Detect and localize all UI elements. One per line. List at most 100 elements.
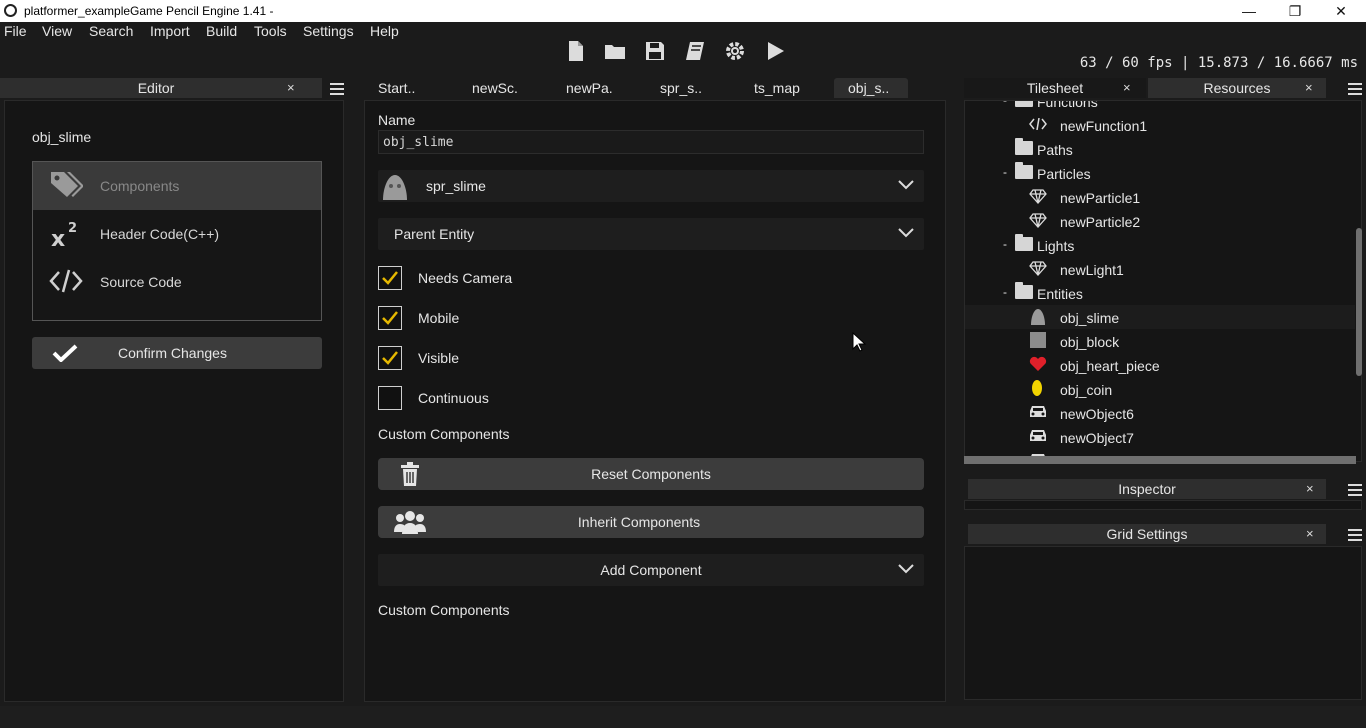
tab-tilesheet-label: Tilesheet	[1026, 80, 1084, 96]
parent-entity-value: Parent Entity	[394, 226, 475, 242]
parent-entity-dropdown[interactable]: Parent Entity	[378, 218, 924, 250]
tree-label: Functions	[1037, 100, 1098, 110]
tab-tilemap[interactable]: ts_map	[754, 78, 814, 98]
menu-settings[interactable]: Settings	[303, 23, 354, 39]
fps-readout: 63 / 60 fps | 15.873 / 16.6667 ms	[1079, 55, 1358, 71]
needs-camera-label: Needs Camera	[418, 270, 513, 286]
close-icon[interactable]: ×	[1306, 526, 1314, 541]
tree-item-newparticle2[interactable]: newParticle2	[965, 209, 1355, 233]
menu-tools[interactable]: Tools	[254, 23, 287, 39]
save-icon[interactable]	[644, 40, 666, 62]
grid-settings-title: Grid Settings	[1106, 526, 1188, 542]
close-icon[interactable]: ×	[1123, 80, 1131, 95]
heart-icon	[1029, 356, 1047, 371]
close-icon[interactable]: ×	[1305, 80, 1313, 95]
close-icon[interactable]: ×	[287, 80, 295, 95]
menu-search[interactable]: Search	[89, 23, 133, 39]
menu-source-code[interactable]: Source Code	[33, 258, 321, 306]
editor-menu-icon[interactable]	[330, 83, 344, 95]
tree-item-newobject7[interactable]: newObject7	[965, 425, 1355, 449]
tree-label: obj_coin	[1060, 382, 1113, 398]
gem-icon	[1029, 213, 1047, 228]
inspector-panel-header[interactable]: Inspector ×	[968, 479, 1326, 499]
tab-new-path[interactable]: newPa.	[566, 78, 626, 98]
tree-label: newFunction1	[1060, 118, 1148, 134]
close-window-button[interactable]: ✕	[1318, 0, 1364, 22]
tree-label: Particles	[1037, 166, 1091, 182]
close-icon[interactable]: ×	[1306, 481, 1314, 496]
reset-components-button[interactable]: Reset Components	[378, 458, 924, 490]
tree-item-newparticle1[interactable]: newParticle1	[965, 185, 1355, 209]
inherit-components-button[interactable]: Inherit Components	[378, 506, 924, 538]
reset-components-label: Reset Components	[591, 466, 711, 482]
menu-view[interactable]: View	[42, 23, 72, 39]
tree-item-obj-block[interactable]: obj_block	[965, 329, 1355, 353]
add-component-label: Add Component	[600, 562, 702, 578]
inspector-panel	[964, 500, 1362, 510]
visible-checkbox[interactable]	[378, 346, 402, 370]
tab-object[interactable]: obj_s..	[834, 78, 908, 98]
grid-settings-menu-icon[interactable]	[1348, 529, 1362, 541]
tab-new-scene[interactable]: newSc.	[472, 78, 532, 98]
tree-item-newobject6[interactable]: newObject6	[965, 401, 1355, 425]
visible-label: Visible	[418, 350, 459, 366]
inspector-title: Inspector	[1118, 481, 1176, 497]
resources-menu-icon[interactable]	[1348, 83, 1362, 95]
tab-tilesheet[interactable]: Tilesheet ×	[964, 78, 1146, 98]
folder-icon	[1015, 282, 1033, 299]
open-folder-icon[interactable]	[604, 40, 626, 62]
tree-item-obj-coin[interactable]: obj_coin	[965, 377, 1355, 401]
car-icon	[1030, 406, 1046, 417]
svg-text:x: x	[51, 227, 65, 248]
tree-item-obj-heart-piece[interactable]: obj_heart_piece	[965, 353, 1355, 377]
gear-icon[interactable]	[724, 40, 746, 62]
tree-label: newParticle1	[1060, 190, 1141, 206]
new-file-icon[interactable]	[565, 40, 587, 62]
inspector-menu-icon[interactable]	[1348, 484, 1362, 496]
coin-icon	[1032, 380, 1042, 396]
minimize-button[interactable]: —	[1226, 0, 1272, 22]
tree-folder-paths[interactable]: Paths	[965, 137, 1355, 161]
tree-folder-entities[interactable]: - Entities	[965, 281, 1355, 305]
horizontal-scrollbar[interactable]	[964, 456, 1356, 464]
tree-item-newfunction1[interactable]: newFunction1	[965, 113, 1355, 137]
tab-start[interactable]: Start..	[378, 78, 438, 98]
sprite-dropdown[interactable]: spr_slime	[378, 170, 924, 202]
vertical-scrollbar[interactable]	[1356, 228, 1362, 376]
book-icon[interactable]	[684, 40, 706, 62]
check-icon	[382, 311, 398, 325]
tree-item-obj-slime[interactable]: obj_slime	[965, 305, 1355, 329]
tree-item-newlight1[interactable]: newLight1	[965, 257, 1355, 281]
continuous-checkbox[interactable]	[378, 386, 402, 410]
tree-label: Paths	[1037, 142, 1073, 158]
tree-folder-functions[interactable]: - Functions	[965, 100, 1355, 113]
tree-folder-lights[interactable]: - Lights	[965, 233, 1355, 257]
restore-button[interactable]: ❐	[1272, 0, 1318, 22]
grid-settings-panel-header[interactable]: Grid Settings ×	[968, 524, 1326, 544]
tree-folder-particles[interactable]: - Particles	[965, 161, 1355, 185]
play-icon[interactable]	[764, 40, 786, 62]
tab-sprite[interactable]: spr_s..	[660, 78, 720, 98]
confirm-changes-button[interactable]: Confirm Changes	[32, 337, 322, 369]
window-title-bar: platformer_exampleGame Pencil Engine 1.4…	[0, 0, 1366, 22]
menu-components[interactable]: Components	[33, 162, 321, 210]
tab-resources-label: Resources	[1203, 80, 1271, 96]
add-component-dropdown[interactable]: Add Component	[378, 554, 924, 586]
code-icon	[49, 269, 83, 293]
menu-build[interactable]: Build	[206, 23, 237, 39]
tree-label: Lights	[1037, 238, 1075, 254]
mobile-checkbox[interactable]	[378, 306, 402, 330]
menu-header-code-label: Header Code(C++)	[100, 226, 220, 242]
tab-resources[interactable]: Resources ×	[1148, 78, 1326, 98]
menu-file[interactable]: File	[4, 23, 27, 39]
needs-camera-checkbox[interactable]	[378, 266, 402, 290]
menu-help[interactable]: Help	[370, 23, 399, 39]
menu-header-code[interactable]: x 2 Header Code(C++)	[33, 210, 321, 258]
object-name-input[interactable]: obj_slime	[378, 130, 924, 154]
check-icon	[382, 351, 398, 365]
tree-label: newObject7	[1060, 430, 1134, 446]
name-label: Name	[378, 112, 416, 128]
editor-panel-header[interactable]: Editor ×	[0, 78, 322, 98]
menu-import[interactable]: Import	[150, 23, 190, 39]
chevron-down-icon	[898, 564, 914, 574]
